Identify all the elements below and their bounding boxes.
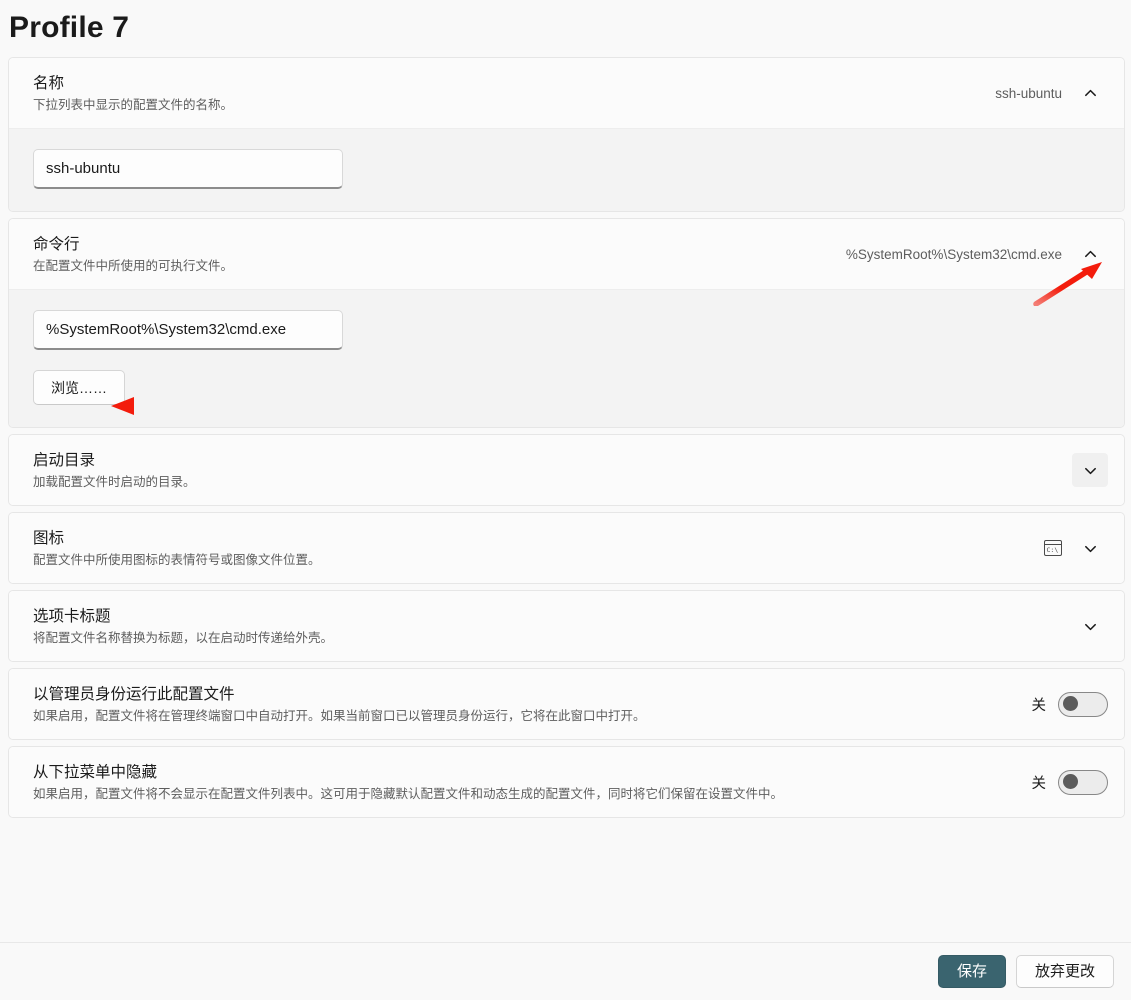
setting-header-text: 图标 配置文件中所使用图标的表情符号或图像文件位置。	[33, 528, 1028, 569]
setting-card-icon: 图标 配置文件中所使用图标的表情符号或图像文件位置。	[8, 512, 1125, 584]
setting-header-right	[1044, 531, 1108, 565]
setting-body-name	[9, 128, 1124, 211]
setting-header-text: 名称 下拉列表中显示的配置文件的名称。	[33, 73, 979, 114]
setting-header-commandline[interactable]: 命令行 在配置文件中所使用的可执行文件。 %SystemRoot%\System…	[9, 219, 1124, 289]
page-title: Profile 7	[9, 11, 130, 44]
setting-title-startingdir: 启动目录	[33, 451, 96, 469]
setting-card-startingdir: 启动目录 加载配置文件时启动的目录。	[8, 434, 1125, 506]
hidden-toggle[interactable]	[1058, 769, 1108, 795]
profile-name-input[interactable]	[33, 149, 343, 189]
chevron-up-icon[interactable]	[1072, 237, 1108, 271]
elevate-toggle[interactable]	[1058, 691, 1108, 717]
setting-desc-icon: 配置文件中所使用图标的表情符号或图像文件位置。	[33, 552, 321, 567]
toggle-knob	[1063, 774, 1078, 789]
setting-title-hidden: 从下拉菜单中隐藏	[33, 763, 158, 781]
hidden-toggle-wrap: 关	[1031, 769, 1108, 795]
setting-header-hidden: 从下拉菜单中隐藏 如果启用，配置文件将不会显示在配置文件列表中。这可用于隐藏默认…	[9, 747, 1124, 817]
setting-header-right: ssh-ubuntu	[995, 76, 1108, 110]
discard-changes-button[interactable]: 放弃更改	[1015, 955, 1114, 988]
chevron-down-icon[interactable]	[1072, 453, 1108, 487]
setting-header-text: 启动目录 加载配置文件时启动的目录。	[33, 450, 1056, 491]
setting-title-commandline: 命令行	[33, 235, 80, 253]
setting-header-right: 关	[1031, 691, 1108, 717]
setting-value-commandline: %SystemRoot%\System32\cmd.exe	[845, 246, 1062, 262]
setting-header-elevate: 以管理员身份运行此配置文件 如果启用，配置文件将在管理终端窗口中自动打开。如果当…	[9, 669, 1124, 739]
setting-card-name: 名称 下拉列表中显示的配置文件的名称。 ssh-ubuntu	[8, 57, 1125, 212]
setting-header-text: 以管理员身份运行此配置文件 如果启用，配置文件将在管理终端窗口中自动打开。如果当…	[33, 684, 1016, 725]
setting-value-name: ssh-ubuntu	[995, 85, 1062, 101]
setting-body-commandline: 浏览……	[9, 289, 1124, 427]
chevron-down-icon[interactable]	[1072, 531, 1108, 565]
setting-header-tabtitle[interactable]: 选项卡标题 将配置文件名称替换为标题，以在启动时传递给外壳。	[9, 591, 1124, 661]
setting-header-right: 关	[1031, 769, 1108, 795]
setting-header-icon[interactable]: 图标 配置文件中所使用图标的表情符号或图像文件位置。	[9, 513, 1124, 583]
footer-bar: 保存 放弃更改	[0, 943, 1131, 1000]
setting-header-text: 选项卡标题 将配置文件名称替换为标题，以在启动时传递给外壳。	[33, 606, 1056, 647]
setting-card-commandline: 命令行 在配置文件中所使用的可执行文件。 %SystemRoot%\System…	[8, 218, 1125, 428]
setting-desc-elevate: 如果启用，配置文件将在管理终端窗口中自动打开。如果当前窗口已以管理员身份运行，它…	[33, 708, 646, 723]
setting-header-right: %SystemRoot%\System32\cmd.exe	[846, 237, 1108, 271]
setting-desc-hidden: 如果启用，配置文件将不会显示在配置文件列表中。这可用于隐藏默认配置文件和动态生成…	[33, 786, 784, 801]
setting-desc-startingdir: 加载配置文件时启动的目录。	[33, 474, 196, 489]
setting-header-text: 命令行 在配置文件中所使用的可执行文件。	[33, 234, 830, 275]
setting-card-tabtitle: 选项卡标题 将配置文件名称替换为标题，以在启动时传递给外壳。	[8, 590, 1125, 662]
setting-header-name[interactable]: 名称 下拉列表中显示的配置文件的名称。 ssh-ubuntu	[9, 58, 1124, 128]
setting-card-hidden: 从下拉菜单中隐藏 如果启用，配置文件将不会显示在配置文件列表中。这可用于隐藏默认…	[8, 746, 1125, 818]
chevron-down-icon[interactable]	[1072, 609, 1108, 643]
setting-header-startingdir[interactable]: 启动目录 加载配置文件时启动的目录。	[9, 435, 1124, 505]
setting-desc-name: 下拉列表中显示的配置文件的名称。	[33, 97, 234, 112]
setting-card-elevate: 以管理员身份运行此配置文件 如果启用，配置文件将在管理终端窗口中自动打开。如果当…	[8, 668, 1125, 740]
save-button[interactable]: 保存	[937, 955, 1006, 988]
chevron-up-icon[interactable]	[1072, 76, 1108, 110]
toggle-knob	[1063, 696, 1078, 711]
setting-header-right	[1072, 609, 1108, 643]
elevate-toggle-wrap: 关	[1031, 691, 1108, 717]
setting-desc-commandline: 在配置文件中所使用的可执行文件。	[33, 258, 234, 273]
setting-title-tabtitle: 选项卡标题	[33, 607, 111, 625]
setting-header-text: 从下拉菜单中隐藏 如果启用，配置文件将不会显示在配置文件列表中。这可用于隐藏默认…	[33, 762, 1016, 803]
terminal-icon	[1044, 540, 1062, 556]
setting-title-icon: 图标	[33, 529, 65, 547]
elevate-toggle-state-label: 关	[1031, 697, 1047, 714]
setting-title-elevate: 以管理员身份运行此配置文件	[33, 685, 235, 703]
settings-list: 名称 下拉列表中显示的配置文件的名称。 ssh-ubuntu 命令行 在	[8, 57, 1125, 824]
settings-page: Profile 7 名称 下拉列表中显示的配置文件的名称。 ssh-ubuntu	[0, 0, 1131, 1000]
hidden-toggle-state-label: 关	[1031, 775, 1047, 792]
commandline-input[interactable]	[33, 310, 343, 350]
setting-title-name: 名称	[33, 74, 65, 92]
setting-desc-tabtitle: 将配置文件名称替换为标题，以在启动时传递给外壳。	[33, 630, 334, 645]
browse-button[interactable]: 浏览……	[33, 370, 125, 405]
setting-header-right	[1072, 453, 1108, 487]
